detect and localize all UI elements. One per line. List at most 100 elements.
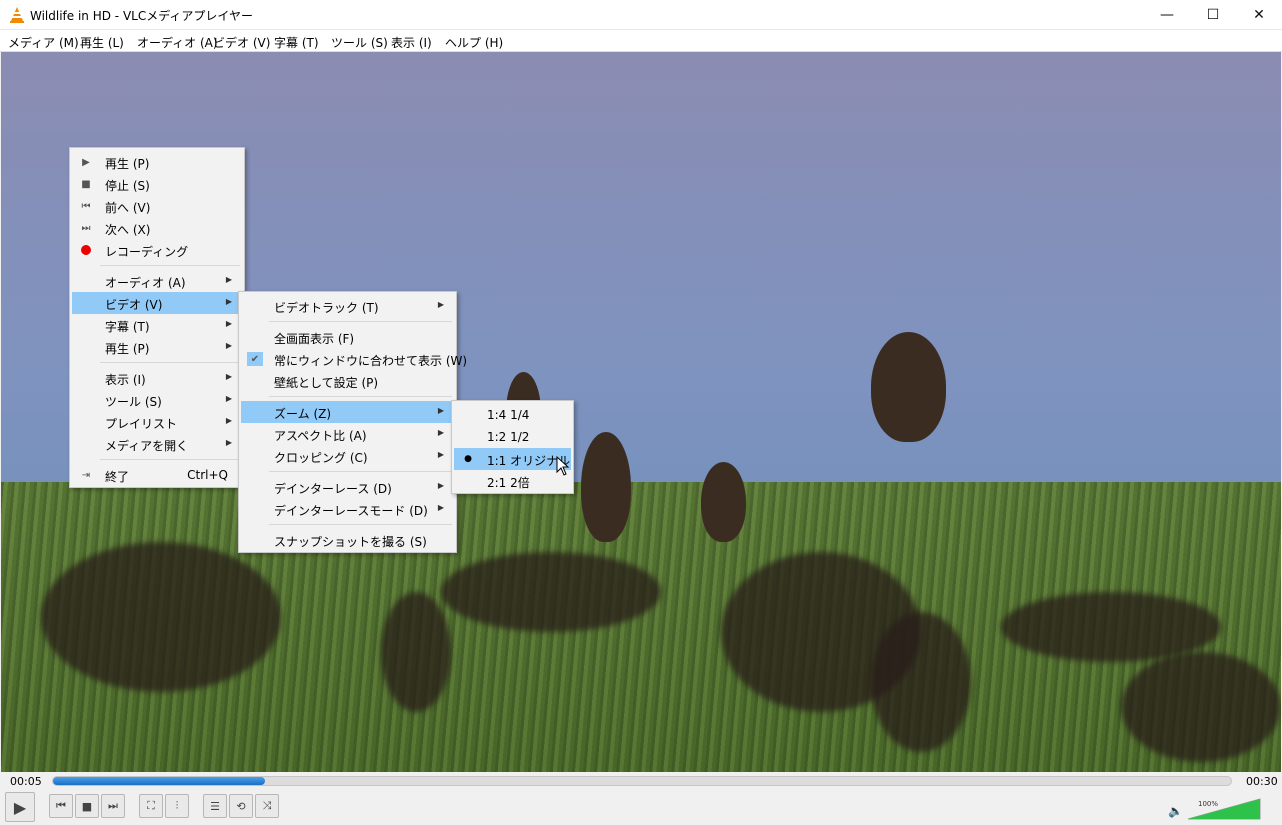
submenu-arrow-icon: ▶ (225, 297, 232, 306)
equalizer-icon: ⫶ (175, 799, 179, 812)
menu-separator (100, 459, 240, 460)
context-item-tools[interactable]: ツール (S) ▶ (72, 389, 242, 411)
submenu-arrow-icon: ▶ (437, 450, 444, 459)
submenu-arrow-icon: ▶ (225, 275, 232, 284)
video-bird-blur (41, 542, 281, 692)
playlist-icon: ☰ (210, 799, 220, 813)
speaker-icon[interactable]: 🔈 (1168, 804, 1183, 818)
submenu-arrow-icon: ▶ (225, 319, 232, 328)
video-item-deinterlace-mode[interactable]: デインターレースモード (D) ▶ (241, 498, 454, 520)
next-icon: ⏭ (81, 222, 91, 234)
seek-bar[interactable] (52, 776, 1232, 786)
menu-separator (269, 524, 452, 525)
fullscreen-button[interactable]: ⛶ (139, 794, 163, 818)
stop-button[interactable]: ■ (75, 794, 99, 818)
context-item-open-media[interactable]: メディアを開く ▶ (72, 433, 242, 455)
video-item-fullscreen[interactable]: 全画面表示 (F) (241, 326, 454, 348)
quit-shortcut: Ctrl+Q (187, 468, 228, 482)
menu-view[interactable]: 表示 (I) (391, 34, 432, 51)
menu-media[interactable]: メディア (M) (8, 34, 79, 51)
seek-progress (53, 777, 266, 785)
window-title: Wildlife in HD - VLCメディアプレイヤー (30, 9, 254, 23)
context-item-quit[interactable]: ⇥ 終了 Ctrl+Q (72, 464, 242, 486)
elapsed-time: 00:05 (10, 775, 42, 788)
zoom-item-quarter[interactable]: 1:4 1/4 (454, 404, 571, 426)
video-bird-blur (871, 612, 971, 752)
exit-icon: ⇥ (81, 469, 91, 481)
loop-button[interactable]: ⟲ (229, 794, 253, 818)
stop-icon: ■ (81, 799, 93, 813)
menu-separator (100, 265, 240, 266)
extended-settings-button[interactable]: ⫶ (165, 794, 189, 818)
fullscreen-icon: ⛶ (147, 799, 155, 812)
play-icon: ▶ (82, 156, 90, 168)
menu-audio[interactable]: オーディオ (A) (137, 34, 218, 51)
submenu-arrow-icon: ▶ (225, 372, 232, 381)
stop-icon: ■ (81, 178, 91, 190)
zoom-item-double[interactable]: 2:1 2倍 (454, 470, 571, 492)
zoom-item-original[interactable]: ● 1:1 オリジナル (454, 448, 571, 470)
context-menu: ▶ 再生 (P) ■ 停止 (S) ⏮ 前へ (V) ⏭ 次へ (X) レコーデ… (69, 147, 245, 488)
menu-separator (269, 471, 452, 472)
video-submenu: ビデオトラック (T) ▶ 全画面表示 (F) ✔ 常にウィンドウに合わせて表示… (238, 291, 467, 553)
menu-video[interactable]: ビデオ (V) (213, 34, 270, 51)
video-item-aspect-ratio[interactable]: アスペクト比 (A) ▶ (241, 423, 454, 445)
context-item-stop[interactable]: ■ 停止 (S) (72, 173, 242, 195)
playlist-button[interactable]: ☰ (203, 794, 227, 818)
vlc-cone-icon (10, 7, 24, 23)
menu-tools[interactable]: ツール (S) (331, 34, 388, 51)
context-item-subtitle[interactable]: 字幕 (T) ▶ (72, 314, 242, 336)
menu-subtitle[interactable]: 字幕 (T) (274, 34, 319, 51)
video-item-deinterlace[interactable]: デインターレース (D) ▶ (241, 476, 454, 498)
context-item-playback[interactable]: 再生 (P) ▶ (72, 336, 242, 358)
submenu-arrow-icon: ▶ (437, 481, 444, 490)
video-bird-blur (1001, 592, 1221, 662)
player-controls: 00:05 00:30 ▶ ⏮ ■ ⏭ ⛶ ⫶ ☰ ⟲ ⤨ 🔈 100% (0, 772, 1282, 825)
shuffle-icon: ⤨ (262, 799, 272, 812)
previous-icon: ⏮ (81, 200, 91, 212)
radio-bullet-icon: ● (464, 454, 472, 464)
submenu-arrow-icon: ▶ (225, 416, 232, 425)
next-icon: ⏭ (108, 799, 118, 812)
minimize-button[interactable]: — (1144, 0, 1190, 30)
menu-separator (269, 321, 452, 322)
play-button[interactable]: ▶ (5, 792, 35, 822)
video-bird-blur (441, 552, 661, 632)
context-item-previous[interactable]: ⏮ 前へ (V) (72, 195, 242, 217)
mouse-cursor-icon (556, 456, 570, 476)
video-item-fit-window[interactable]: ✔ 常にウィンドウに合わせて表示 (W) (241, 348, 467, 370)
maximize-button[interactable]: ☐ (1190, 0, 1236, 30)
video-bird (581, 432, 631, 542)
submenu-arrow-icon: ▶ (225, 438, 232, 447)
next-button[interactable]: ⏭ (101, 794, 125, 818)
video-item-snapshot[interactable]: スナップショットを撮る (S) (241, 529, 454, 551)
record-icon (78, 243, 94, 257)
submenu-arrow-icon: ▶ (437, 428, 444, 437)
volume-slider[interactable] (1188, 798, 1262, 820)
total-time: 00:30 (1246, 775, 1278, 788)
previous-button[interactable]: ⏮ (49, 794, 73, 818)
zoom-submenu: 1:4 1/4 1:2 1/2 ● 1:1 オリジナル 2:1 2倍 (451, 400, 574, 494)
menu-help[interactable]: ヘルプ (H) (445, 34, 503, 51)
shuffle-button[interactable]: ⤨ (255, 794, 279, 818)
loop-icon: ⟲ (236, 799, 246, 813)
context-item-audio[interactable]: オーディオ (A) ▶ (72, 270, 242, 292)
context-item-video[interactable]: ビデオ (V) ▶ (72, 292, 242, 314)
context-item-play[interactable]: ▶ 再生 (P) (72, 151, 242, 173)
submenu-arrow-icon: ▶ (437, 406, 444, 415)
video-item-zoom[interactable]: ズーム (Z) ▶ (241, 401, 454, 423)
menu-playback[interactable]: 再生 (L) (80, 34, 124, 51)
context-item-playlist[interactable]: プレイリスト ▶ (72, 411, 242, 433)
context-item-record[interactable]: レコーディング (72, 239, 242, 261)
video-bird (871, 332, 946, 442)
title-bar: Wildlife in HD - VLCメディアプレイヤー — ☐ ✕ (0, 0, 1282, 30)
close-button[interactable]: ✕ (1236, 0, 1282, 30)
context-item-next[interactable]: ⏭ 次へ (X) (72, 217, 242, 239)
menu-separator (100, 362, 240, 363)
zoom-item-half[interactable]: 1:2 1/2 (454, 426, 571, 448)
video-item-crop[interactable]: クロッピング (C) ▶ (241, 445, 454, 467)
context-item-view[interactable]: 表示 (I) ▶ (72, 367, 242, 389)
video-item-track[interactable]: ビデオトラック (T) ▶ (241, 295, 454, 317)
submenu-arrow-icon: ▶ (437, 300, 444, 309)
video-item-wallpaper[interactable]: 壁紙として設定 (P) (241, 370, 454, 392)
